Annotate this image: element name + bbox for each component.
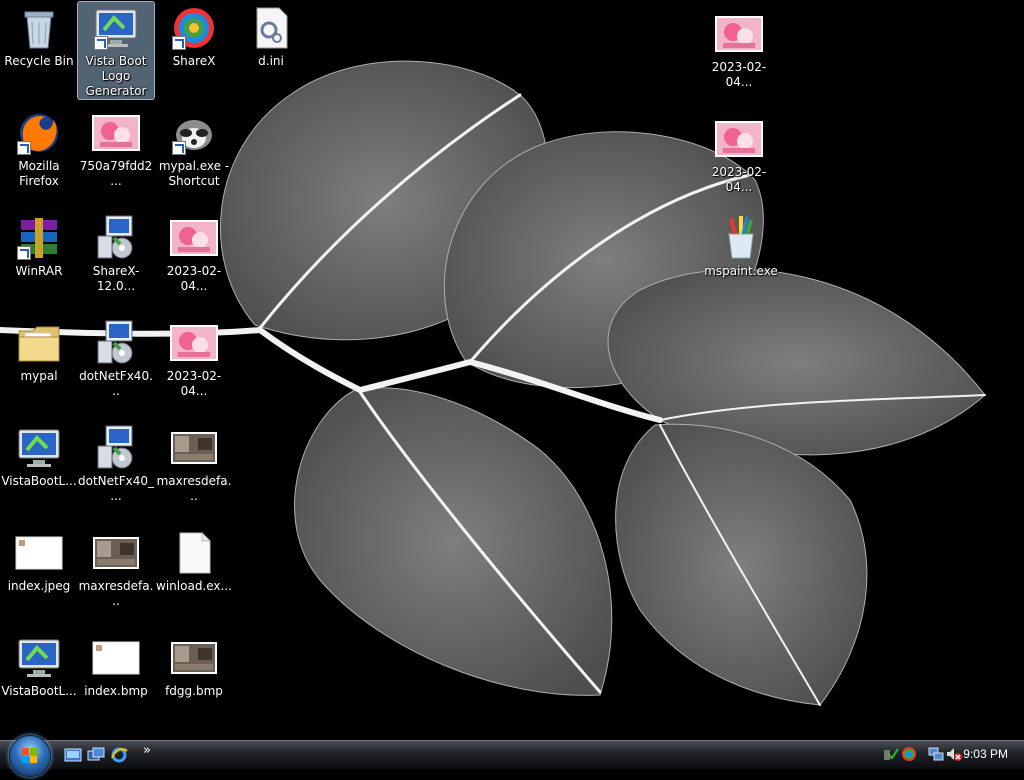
vista-boot-logo-generator-icon [92, 4, 140, 52]
desktop-icon-label: Vista Boot Logo Generator [85, 54, 147, 98]
desktop-icon-label: Recycle Bin [4, 54, 74, 68]
color-wheel-icon[interactable] [901, 746, 917, 762]
desktop-icon-mypal-folder[interactable]: mypal [1, 317, 77, 384]
desktop-icon-label: winload.ex... [156, 579, 232, 593]
desktop-icon-label: ShareX [172, 54, 216, 68]
display-icon[interactable] [928, 746, 944, 762]
screenshot-2023-b-icon [170, 319, 218, 367]
desktop-icon-label: Mozilla Firefox [18, 159, 60, 188]
desktop-icon-recycle-bin[interactable]: Recycle Bin [1, 2, 77, 69]
sharex-installer-icon [92, 214, 140, 262]
mspaint-icon [717, 214, 765, 262]
shortcut-arrow-icon [94, 36, 108, 50]
vistabootl-2-icon [15, 634, 63, 682]
mozilla-firefox-icon [15, 109, 63, 157]
shortcut-arrow-icon [17, 246, 31, 260]
desktop-icon-mypal-shortcut[interactable]: mypal.exe - Shortcut [156, 107, 232, 189]
shortcut-arrow-icon [172, 36, 186, 50]
recycle-bin-icon [15, 4, 63, 52]
desktop-icon-label: ShareX-12.0... [92, 264, 140, 293]
dotnetfx40-1-icon [92, 319, 140, 367]
desktop-icon-screenshot-top-right-2[interactable]: 2023-02-04... [701, 113, 777, 195]
volume-muted-icon[interactable] [946, 746, 962, 762]
maxresdefault-2-icon [92, 529, 140, 577]
screenshot-2023-a-icon [170, 214, 218, 262]
desktop-icon-dotnetfx40-2[interactable]: dotNetFx40_... [78, 422, 154, 504]
desktop-icon-label: 2023-02-04... [711, 165, 767, 194]
notification-area: 9:03 PM [866, 741, 1024, 769]
show-desktop-icon[interactable] [64, 746, 82, 764]
desktop-icon-label: fdgg.bmp [165, 684, 223, 698]
desktop-icon-label: mypal [20, 369, 58, 383]
desktop-icon-mozilla-firefox[interactable]: Mozilla Firefox [1, 107, 77, 189]
screenshot-top-right-2-icon [715, 115, 763, 163]
desktop-icon-label: 2023-02-04... [711, 60, 767, 89]
fdgg-bmp-icon [170, 634, 218, 682]
desktop-icon-screenshot-2023-b[interactable]: 2023-02-04... [156, 317, 232, 399]
desktop-icon-label: mypal.exe - Shortcut [158, 159, 230, 188]
desktop-icon-label: maxresdefa... [156, 474, 232, 503]
sharex-icon [170, 4, 218, 52]
desktop-icon-sharex[interactable]: ShareX [156, 2, 232, 69]
desktop-icon-label: WinRAR [15, 264, 63, 278]
start-button[interactable] [9, 735, 51, 777]
desktop-icon-label: VistaBootL... [1, 684, 77, 698]
desktop-icon-image-750a79fdd2[interactable]: 750a79fdd2... [78, 107, 154, 189]
desktop-icon-label: VistaBootL... [1, 474, 77, 488]
desktop-icon-screenshot-2023-a[interactable]: 2023-02-04... [156, 212, 232, 294]
vistabootl-1-icon [15, 424, 63, 472]
mypal-folder-icon [15, 319, 63, 367]
winrar-icon [15, 214, 63, 262]
desktop-icon-vistabootl-1[interactable]: VistaBootL... [1, 422, 77, 489]
desktop-icon-label: 2023-02-04... [166, 264, 222, 293]
image-750a79fdd2-icon [92, 109, 140, 157]
desktop-icon-index-jpeg[interactable]: index.jpeg [1, 527, 77, 594]
desktop-icon-label: index.jpeg [7, 579, 71, 593]
desktop-icon-label: maxresdefa... [78, 579, 154, 608]
d-ini-icon [247, 4, 295, 52]
desktop-icon-label: mspaint.exe [704, 264, 778, 278]
screenshot-top-right-1-icon [715, 10, 763, 58]
mypal-shortcut-icon [170, 109, 218, 157]
taskbar-clock[interactable]: 9:03 PM [963, 747, 1008, 761]
network-icon[interactable] [883, 746, 899, 762]
quick-launch-overflow[interactable]: » [143, 743, 151, 758]
desktop-icon-label: 2023-02-04... [166, 369, 222, 398]
desktop-icon-label: index.bmp [84, 684, 148, 698]
maxresdefault-1-icon [170, 424, 218, 472]
internet-explorer-icon[interactable] [110, 746, 128, 764]
desktop-icon-label: dotNetFx40_... [78, 474, 155, 503]
windows-logo-icon [22, 748, 37, 763]
dotnetfx40-2-icon [92, 424, 140, 472]
desktop-icon-winrar[interactable]: WinRAR [1, 212, 77, 279]
desktop-icon-index-bmp[interactable]: index.bmp [78, 632, 154, 699]
desktop-icon-label: d.ini [258, 54, 284, 68]
winload-icon [170, 529, 218, 577]
switch-windows-icon[interactable] [87, 746, 105, 764]
desktop-icon-fdgg-bmp[interactable]: fdgg.bmp [156, 632, 232, 699]
shortcut-arrow-icon [17, 141, 31, 155]
desktop-icon-label: dotNetFx40... [79, 369, 153, 398]
desktop-icon-mspaint[interactable]: mspaint.exe [703, 212, 779, 279]
desktop-icon-winload[interactable]: winload.ex... [156, 527, 232, 594]
taskbar: » 9:03 PM [0, 735, 1024, 777]
desktop-icon-label: 750a79fdd2... [79, 159, 153, 188]
desktop-icon-d-ini[interactable]: d.ini [233, 2, 309, 69]
desktop-icon-screenshot-top-right-1[interactable]: 2023-02-04... [701, 8, 777, 90]
index-bmp-icon [92, 634, 140, 682]
desktop-icon-dotnetfx40-1[interactable]: dotNetFx40... [78, 317, 154, 399]
desktop-icon-maxresdefault-2[interactable]: maxresdefa... [78, 527, 154, 609]
desktop-icon-maxresdefault-1[interactable]: maxresdefa... [156, 422, 232, 504]
desktop-icon-vistabootl-2[interactable]: VistaBootL... [1, 632, 77, 699]
index-jpeg-icon [15, 529, 63, 577]
shortcut-arrow-icon [172, 141, 186, 155]
desktop-icon-vista-boot-logo-generator[interactable]: Vista Boot Logo Generator [77, 1, 155, 100]
desktop-icon-sharex-installer[interactable]: ShareX-12.0... [78, 212, 154, 294]
